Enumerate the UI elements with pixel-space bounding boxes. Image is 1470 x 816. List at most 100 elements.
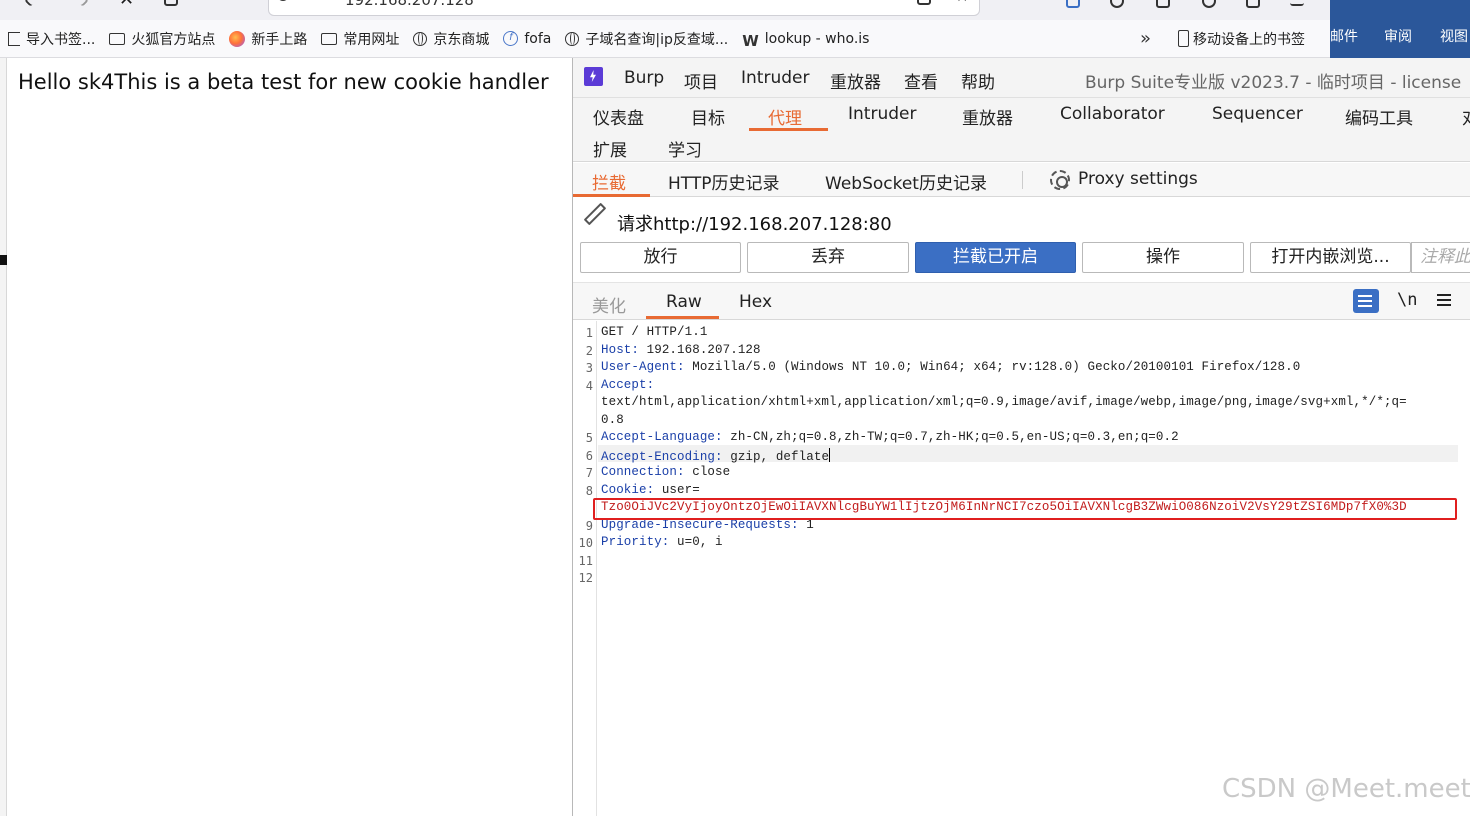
shield-icon[interactable]: [277, 0, 289, 1]
bookmark-label: 火狐官方站点: [131, 31, 216, 48]
w-icon: W: [742, 31, 759, 50]
qr-code-icon[interactable]: [917, 0, 931, 5]
header-name: Host:: [601, 342, 640, 357]
puzzle-icon[interactable]: [1156, 0, 1170, 8]
extension-icon[interactable]: [1110, 0, 1124, 8]
request-line: Cookie: user=: [601, 483, 700, 497]
mobile-bookmarks[interactable]: 移动设备上的书签: [1178, 29, 1305, 49]
ribbon-tab-view[interactable]: 视图: [1440, 26, 1468, 46]
bookmark-whois[interactable]: Wlookup - who.is: [742, 31, 869, 50]
tab-learn[interactable]: 学习: [668, 136, 702, 161]
tab-divider: [1022, 171, 1023, 189]
header-value: zh-CN,zh;q=0.8,zh-TW;q=0.7,zh-HK;q=0.5,e…: [722, 430, 1179, 444]
tab-intruder[interactable]: Intruder: [848, 104, 916, 124]
tab-http-history[interactable]: HTTP历史记录: [668, 169, 780, 194]
bookmark-label: 京东商城: [433, 31, 490, 48]
menu-repeater[interactable]: 重放器: [830, 68, 881, 93]
tab-pretty[interactable]: 美化: [592, 292, 626, 317]
tab-raw[interactable]: Raw: [666, 292, 702, 312]
pencil-icon[interactable]: [583, 202, 607, 226]
menu-burp[interactable]: Burp: [624, 68, 664, 88]
request-line: 0.8: [601, 413, 624, 427]
tab-comparer[interactable]: 对: [1462, 104, 1470, 129]
line-number: 9: [585, 518, 593, 533]
action-button[interactable]: 操作: [1082, 242, 1244, 273]
newline-toggle-button[interactable]: \n: [1397, 290, 1417, 310]
tab-websocket-history[interactable]: WebSocket历史记录: [825, 169, 987, 194]
menu-intruder[interactable]: Intruder: [741, 68, 809, 88]
bookmark-fofa[interactable]: f fofa: [503, 31, 551, 47]
request-line: Connection: close: [601, 465, 730, 479]
forward-button[interactable]: 放行: [580, 242, 741, 273]
page-body-text: Hello sk4This is a beta test for new coo…: [18, 70, 549, 94]
bookmark-label: 导入书签...: [26, 31, 96, 48]
request-target-label: 请求http://192.168.207.128:80: [617, 214, 892, 235]
watermark: CSDN @Meet.meet: [1222, 774, 1470, 804]
header-value: u=0, i: [669, 535, 723, 549]
line-number: 2: [585, 343, 593, 358]
tab-target[interactable]: 目标: [691, 104, 725, 129]
bookmark-import[interactable]: 导入书签...: [8, 29, 95, 49]
import-icon: [8, 31, 20, 46]
library-icon[interactable]: [164, 0, 178, 6]
edge-marker: [0, 255, 7, 265]
bookmark-common-sites[interactable]: 常用网址: [321, 29, 399, 49]
line-number-gutter: [573, 321, 597, 816]
proxy-settings-button[interactable]: Proxy settings: [1078, 169, 1198, 189]
sync-icon[interactable]: [1202, 0, 1216, 8]
text-caret: [829, 447, 831, 462]
word-wrap-icon[interactable]: [1353, 289, 1379, 313]
url-bar[interactable]: 192.168.207.128 ☆: [268, 0, 980, 16]
header-value: GET / HTTP/1.1: [601, 325, 708, 339]
ribbon-tab-review[interactable]: 审阅: [1384, 26, 1412, 46]
bookmark-star-icon[interactable]: ☆: [955, 0, 969, 5]
hamburger-menu-icon[interactable]: [1437, 294, 1451, 296]
bookmark-jd[interactable]: 京东商城: [413, 29, 489, 49]
intercept-toggle-button[interactable]: 拦截已开启: [915, 242, 1076, 273]
forward-icon[interactable]: [76, 0, 89, 7]
tab-extensions[interactable]: 扩展: [593, 136, 627, 161]
tab-intercept[interactable]: 拦截: [592, 169, 626, 194]
bookmark-firefox-site[interactable]: 火狐官方站点: [109, 29, 215, 49]
line-number: 4: [585, 378, 593, 393]
header-name: Cookie:: [601, 482, 655, 497]
minimize-icon[interactable]: [1290, 0, 1304, 6]
request-line: GET / HTTP/1.1: [601, 325, 707, 339]
open-browser-button[interactable]: 打开内嵌浏览...: [1250, 242, 1411, 273]
side-panel-edge: [0, 58, 7, 816]
gear-icon[interactable]: [1050, 170, 1070, 190]
bookmark-label: fofa: [524, 30, 552, 47]
menu-view[interactable]: 查看: [904, 68, 938, 93]
request-editor[interactable]: 1 GET / HTTP/1.1 2 Host: 192.168.207.128 3 Us…: [573, 321, 1470, 816]
drop-button[interactable]: 丢弃: [747, 242, 909, 273]
account-icon[interactable]: [1066, 0, 1080, 8]
bookmark-label: 常用网址: [343, 31, 400, 48]
request-line: Host: 192.168.207.128: [601, 343, 761, 357]
bookmark-getting-started[interactable]: 新手上路: [229, 29, 307, 49]
window-icon[interactable]: [1246, 0, 1260, 8]
intercept-actions: 放行 丢弃 拦截已开启 操作 打开内嵌浏览... 注释此: [573, 240, 1470, 276]
tab-repeater[interactable]: 重放器: [962, 104, 1013, 129]
tab-collaborator[interactable]: Collaborator: [1060, 104, 1165, 124]
comment-field[interactable]: 注释此: [1411, 242, 1470, 273]
line-number: 3: [585, 361, 593, 375]
folder-icon: [109, 32, 126, 45]
tab-sequencer[interactable]: Sequencer: [1212, 104, 1303, 124]
tab-proxy[interactable]: 代理: [768, 104, 802, 129]
close-icon[interactable]: ✕: [119, 0, 134, 8]
menu-help[interactable]: 帮助: [961, 68, 995, 93]
tab-dashboard[interactable]: 仪表盘: [593, 104, 644, 129]
ribbon-tab-mail[interactable]: 邮件: [1330, 26, 1358, 46]
menu-project[interactable]: 项目: [684, 68, 718, 93]
request-line: User-Agent: Mozilla/5.0 (Windows NT 10.0…: [601, 360, 1300, 374]
tab-decoder[interactable]: 编码工具: [1345, 104, 1413, 129]
request-line: Accept-Language: zh-CN,zh;q=0.8,zh-TW;q=…: [601, 430, 1179, 444]
main-tabs: 仪表盘 目标 代理 Intruder 重放器 Collaborator Sequ…: [573, 98, 1470, 162]
firefox-icon: [229, 30, 246, 47]
back-icon[interactable]: [24, 0, 37, 7]
tab-hex[interactable]: Hex: [739, 292, 772, 312]
bookmark-subdomain[interactable]: 子域名查询|ip反查域...: [565, 29, 728, 49]
request-line: Accept:: [601, 378, 654, 392]
globe-icon: [413, 31, 428, 46]
bookmarks-more-icon[interactable]: »: [1140, 28, 1151, 49]
